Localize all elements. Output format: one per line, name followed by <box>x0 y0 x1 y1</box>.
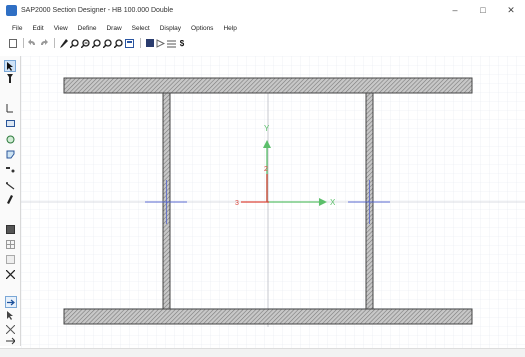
zoom-previous-icon[interactable] <box>103 38 112 48</box>
refresh-icon[interactable] <box>125 38 134 48</box>
pointer-icon[interactable] <box>4 60 16 72</box>
grid-icon[interactable] <box>5 239 15 249</box>
title-bar: SAP2000 Section Designer - HB 100.000 Do… <box>0 0 525 20</box>
menu-options[interactable]: Options <box>186 25 218 32</box>
draw-section-icon[interactable] <box>5 165 15 175</box>
main-toolbar: $ <box>0 36 525 50</box>
draw-reference-icon[interactable] <box>5 194 15 204</box>
fill-icon[interactable] <box>5 224 15 234</box>
draw-line-icon[interactable] <box>5 103 15 113</box>
menu-display[interactable]: Display <box>155 25 186 32</box>
menu-bar: File Edit View Define Draw Select Displa… <box>0 22 525 34</box>
zoom-out-icon[interactable] <box>92 38 101 48</box>
local-3-axis-label: 3 <box>235 200 239 207</box>
layers-icon[interactable] <box>5 269 15 279</box>
toolbar-separator <box>23 38 24 48</box>
section-canvas[interactable]: X Y 3 2 <box>21 56 525 348</box>
window-controls: – □ ✕ <box>441 0 525 20</box>
dollar-icon[interactable]: $ <box>178 38 186 48</box>
menu-file[interactable]: File <box>7 25 27 32</box>
properties-icon[interactable] <box>167 38 176 48</box>
clear-select-icon[interactable] <box>5 324 15 334</box>
toolbar-separator <box>140 38 141 48</box>
select-all-icon[interactable] <box>5 296 17 308</box>
x-axis-label: X <box>330 198 336 207</box>
reshape-icon[interactable] <box>5 73 15 83</box>
menu-view[interactable]: View <box>49 25 73 32</box>
snap-icon[interactable] <box>5 254 15 264</box>
bottom-flange[interactable] <box>63 308 473 325</box>
move-icon[interactable] <box>156 38 165 48</box>
menu-help[interactable]: Help <box>218 25 241 32</box>
draw-rebar-icon[interactable] <box>5 180 15 190</box>
new-file-icon[interactable] <box>8 38 17 48</box>
local-2-axis-label: 2 <box>264 166 268 173</box>
app-icon <box>6 4 17 16</box>
menu-draw[interactable]: Draw <box>101 25 126 32</box>
y-axis-label: Y <box>264 124 270 133</box>
left-toolbar <box>0 56 21 346</box>
menu-edit[interactable]: Edit <box>27 25 48 32</box>
fill-icon[interactable] <box>145 38 154 48</box>
menu-define[interactable]: Define <box>73 25 102 32</box>
draw-circle-icon[interactable] <box>5 134 15 144</box>
pan-icon[interactable] <box>114 38 123 48</box>
redo-icon[interactable] <box>39 38 48 48</box>
section-drawing: X Y 3 2 <box>21 56 525 348</box>
close-button[interactable]: ✕ <box>497 0 525 20</box>
previous-select-icon[interactable] <box>5 310 15 320</box>
undo-icon[interactable] <box>28 38 37 48</box>
zoom-window-icon[interactable] <box>70 38 79 48</box>
toolbar-separator <box>54 38 55 48</box>
minimize-button[interactable]: – <box>441 0 469 20</box>
arrow-right-icon[interactable] <box>5 336 15 346</box>
zoom-in-icon[interactable] <box>81 38 90 48</box>
draw-polygon-icon[interactable] <box>5 149 15 159</box>
draw-rectangle-icon[interactable] <box>5 118 15 128</box>
menu-select[interactable]: Select <box>127 25 155 32</box>
pencil-icon[interactable] <box>59 38 68 48</box>
window-title: SAP2000 Section Designer - HB 100.000 Do… <box>21 6 174 14</box>
top-flange[interactable] <box>63 77 473 94</box>
maximize-button[interactable]: □ <box>469 0 497 20</box>
